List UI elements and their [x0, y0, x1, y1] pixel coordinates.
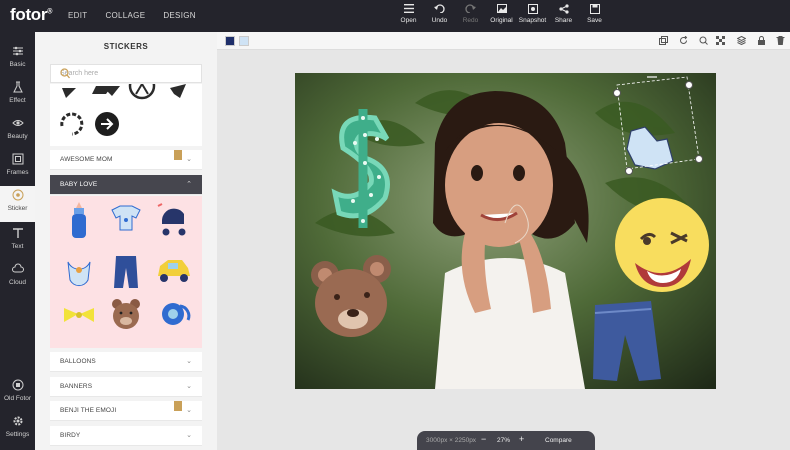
rail-settings[interactable]: Settings [0, 412, 35, 448]
sticker-jeans[interactable] [114, 256, 138, 288]
search-input[interactable]: Search here [50, 64, 202, 83]
flask-icon [0, 81, 35, 97]
menu-icon [393, 4, 424, 17]
sticker-row-partial [50, 84, 202, 146]
undo-button[interactable]: Undo [424, 4, 455, 24]
transparency-icon[interactable] [716, 36, 725, 45]
sticker-pacifier[interactable] [162, 303, 191, 325]
image-icon [486, 4, 517, 17]
chevron-down-icon: ⌄ [186, 432, 192, 439]
save-button[interactable]: Save [579, 4, 610, 24]
top-nav: EDIT COLLAGE DESIGN [68, 11, 196, 20]
bookmark-icon [174, 401, 182, 411]
rail-basic[interactable]: Basic [0, 42, 35, 78]
photo-canvas[interactable] [295, 73, 716, 389]
left-rail: Basic Effect Beauty Frames Sticker Text … [0, 32, 35, 450]
canvas-toolbar [217, 32, 790, 50]
save-icon [579, 4, 610, 17]
sticker-toy-car[interactable] [158, 260, 190, 282]
share-icon [548, 4, 579, 17]
search-replace-icon[interactable] [699, 36, 708, 45]
chevron-down-icon: ⌄ [186, 407, 192, 414]
rail-sticker[interactable]: Sticker [0, 186, 35, 222]
chevron-down-icon: ⌄ [186, 156, 192, 163]
chevron-up-icon: ⌃ [186, 181, 192, 188]
sticker-baby-onesie[interactable] [111, 205, 141, 231]
zoom-in-button[interactable]: + [519, 434, 524, 444]
panel-title: STICKERS [103, 42, 149, 51]
logo[interactable]: fotor® [10, 5, 52, 25]
main-toolbar: Open Undo Redo Original Snapshot Share S… [393, 4, 610, 24]
bookmark-icon [174, 150, 182, 160]
snapshot-button[interactable]: Snapshot [517, 4, 548, 24]
nav-collage[interactable]: COLLAGE [105, 11, 145, 20]
gear-icon [0, 415, 35, 431]
zoom-level: 27% [497, 437, 511, 444]
category-banners[interactable]: BANNERS ⌄ [50, 377, 202, 397]
category-awesome-mom[interactable]: AWESOME MOM ⌄ [50, 150, 202, 170]
old-fotor-icon [0, 379, 35, 395]
lock-icon[interactable] [757, 36, 766, 45]
cloud-icon [0, 263, 35, 279]
rail-beauty[interactable]: Beauty [0, 114, 35, 150]
sticker-icon [0, 189, 35, 205]
redo-icon [455, 4, 486, 17]
category-birdy[interactable]: BIRDY ⌄ [50, 426, 202, 446]
sticker-baby-bottle[interactable] [72, 202, 86, 238]
rotate-icon[interactable] [679, 36, 688, 45]
nav-design[interactable]: DESIGN [163, 11, 195, 20]
color-swatch-light-blue[interactable] [239, 36, 249, 46]
sticker-winking-emoji[interactable] [615, 198, 709, 292]
open-button[interactable]: Open [393, 4, 424, 24]
sticker-bib[interactable] [67, 261, 91, 287]
zoom-out-button[interactable]: − [481, 434, 486, 444]
eye-icon [0, 117, 35, 133]
nav-edit[interactable]: EDIT [68, 11, 87, 20]
frame-icon [0, 153, 35, 169]
sticker-bow[interactable] [64, 308, 94, 322]
snapshot-icon [517, 4, 548, 17]
category-benji-the-emoji[interactable]: BENJI THE EMOJI ⌄ [50, 401, 202, 421]
redo-button[interactable]: Redo [455, 4, 486, 24]
compare-button[interactable]: Compare [545, 437, 572, 444]
color-swatch-navy[interactable] [225, 36, 235, 46]
layers-icon[interactable] [737, 36, 746, 45]
original-button[interactable]: Original [486, 4, 517, 24]
sticker-grid [50, 196, 202, 348]
trash-icon[interactable] [776, 36, 785, 45]
share-button[interactable]: Share [548, 4, 579, 24]
rail-old-fotor[interactable]: Old Fotor [0, 376, 35, 412]
chevron-down-icon: ⌄ [186, 383, 192, 390]
rail-cloud[interactable]: Cloud [0, 260, 35, 296]
category-baby-love[interactable]: BABY LOVE ⌃ [50, 175, 202, 195]
zoom-bar: 3000px × 2250px − 27% + Compare [417, 431, 595, 450]
sticker-teddy-bear[interactable] [112, 299, 140, 329]
rail-text[interactable]: Text [0, 224, 35, 260]
chevron-down-icon: ⌄ [186, 358, 192, 365]
sticker-panel: STICKERS Search here AWESOME MOM ⌄ BABY … [35, 32, 217, 450]
arrow-stickers[interactable] [50, 84, 202, 146]
undo-icon [424, 4, 455, 17]
text-icon [0, 227, 35, 243]
rail-effect[interactable]: Effect [0, 78, 35, 114]
category-balloons[interactable]: BALLOONS ⌄ [50, 352, 202, 372]
image-size-label: 3000px × 2250px [426, 437, 477, 444]
sticker-stroller[interactable] [157, 203, 186, 236]
sliders-icon [0, 45, 35, 61]
top-bar: fotor® EDIT COLLAGE DESIGN Open Undo Red… [0, 0, 790, 32]
search-icon[interactable] [60, 68, 195, 81]
rail-frames[interactable]: Frames [0, 150, 35, 186]
duplicate-icon[interactable] [659, 36, 668, 45]
